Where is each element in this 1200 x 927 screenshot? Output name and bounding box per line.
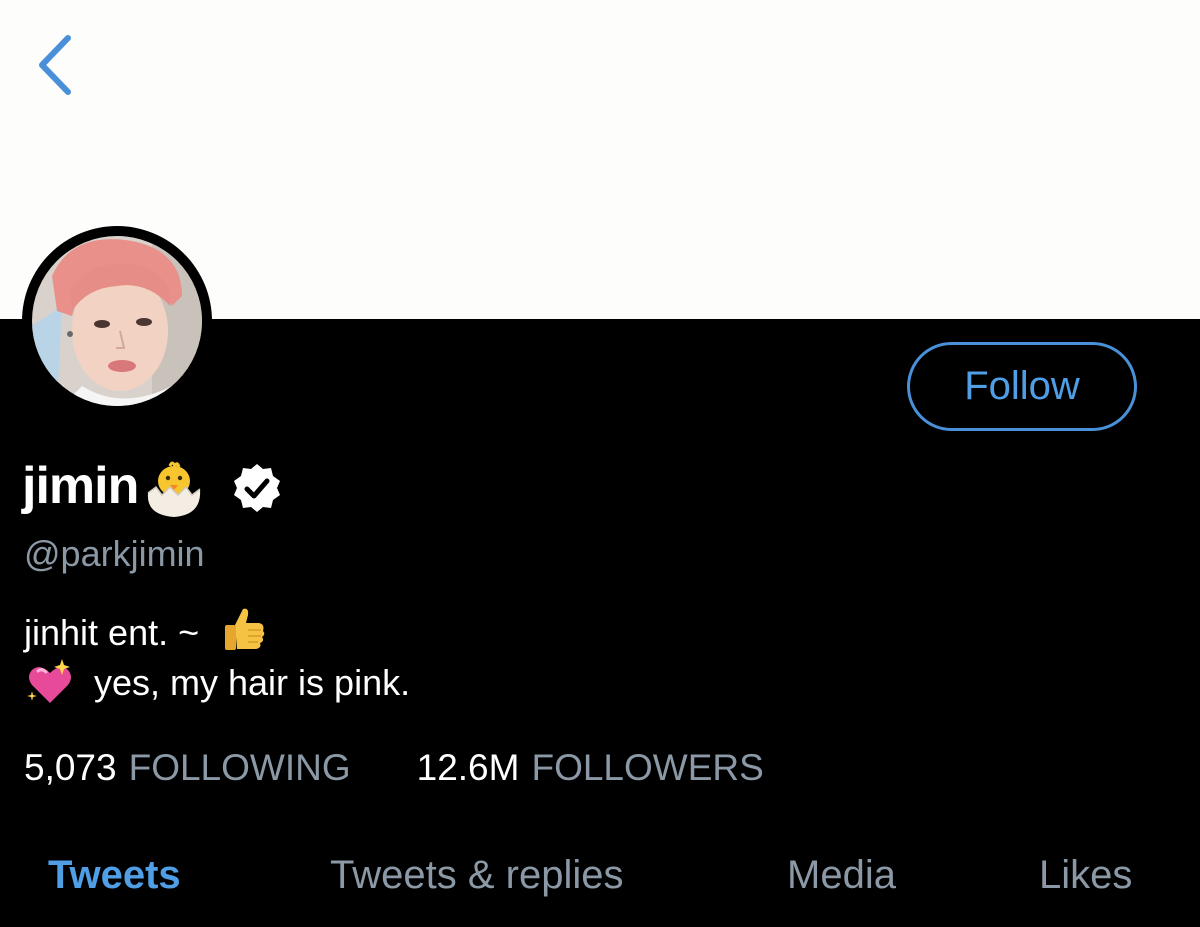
sparkling-heart-icon bbox=[27, 659, 71, 703]
tab-media[interactable]: Media bbox=[787, 840, 896, 910]
bio-line-1: jinhit ent. ~ bbox=[24, 608, 410, 658]
chevron-left-icon bbox=[39, 35, 71, 95]
followers-count: 12.6M bbox=[416, 747, 520, 788]
verified-badge-icon bbox=[234, 464, 281, 512]
following-count: 5,073 bbox=[24, 747, 117, 788]
avatar[interactable] bbox=[32, 236, 202, 406]
bio-text: jinhit ent. ~ bbox=[24, 612, 200, 653]
display-name: jimin bbox=[22, 457, 139, 515]
user-handle: @parkjimin bbox=[24, 533, 205, 574]
bio: jinhit ent. ~ yes, my hair is pink. bbox=[24, 608, 410, 708]
profile-tabs: Tweets Tweets & replies Media Likes bbox=[0, 840, 1200, 910]
follow-stats: 5,073 FOLLOWING 12.6M FOLLOWERS bbox=[24, 740, 764, 796]
tab-tweets[interactable]: Tweets bbox=[48, 840, 181, 910]
thumbs-up-icon bbox=[225, 608, 265, 650]
followers-label: FOLLOWERS bbox=[531, 747, 764, 788]
tab-tweets-replies[interactable]: Tweets & replies bbox=[330, 840, 623, 910]
hatching-chick-icon bbox=[147, 461, 201, 517]
back-button[interactable] bbox=[30, 30, 80, 100]
followers-stat[interactable]: 12.6M FOLLOWERS bbox=[417, 747, 764, 789]
tab-likes[interactable]: Likes bbox=[1039, 840, 1132, 910]
following-label: FOLLOWING bbox=[128, 747, 351, 788]
name-row: jimin bbox=[22, 446, 284, 526]
following-stat[interactable]: 5,073 FOLLOWING bbox=[24, 747, 351, 789]
avatar-frame bbox=[22, 226, 212, 416]
bio-text: yes, my hair is pink. bbox=[94, 662, 411, 703]
follow-button[interactable]: Follow bbox=[907, 342, 1137, 431]
bio-line-2: yes, my hair is pink. bbox=[24, 658, 410, 708]
avatar-photo bbox=[32, 236, 202, 406]
